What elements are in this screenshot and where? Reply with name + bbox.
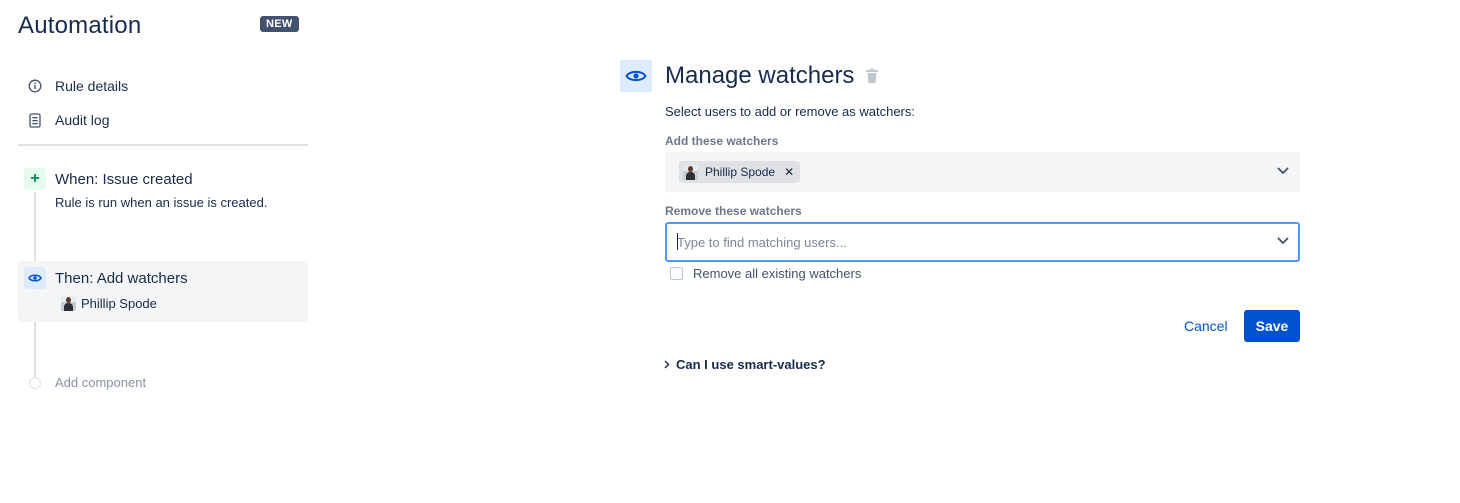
smart-values-toggle[interactable]: Can I use smart-values?: [664, 357, 826, 372]
nav-audit-log-label: Audit log: [55, 112, 110, 128]
remove-watchers-input[interactable]: [677, 232, 1257, 252]
nav-divider: [18, 144, 308, 146]
add-watchers-select[interactable]: Phillip Spode ✕: [665, 152, 1300, 192]
avatar: [683, 164, 698, 180]
eye-icon: [24, 267, 46, 289]
remove-all-label: Remove all existing watchers: [693, 266, 862, 281]
selected-user-tag: Phillip Spode ✕: [679, 161, 801, 183]
save-button[interactable]: Save: [1244, 310, 1300, 342]
chevron-right-icon: [664, 360, 672, 370]
cancel-button[interactable]: Cancel: [1176, 311, 1236, 341]
action-title[interactable]: Then: Add watchers: [55, 270, 188, 287]
remove-all-checkbox[interactable]: [670, 267, 683, 280]
helper-text: Select users to add or remove as watcher…: [665, 104, 916, 119]
add-component-link[interactable]: Add component: [55, 375, 146, 390]
page-title: Automation: [18, 12, 142, 39]
chevron-down-icon[interactable]: [1276, 234, 1290, 248]
nav-rule-details-label: Rule details: [55, 78, 129, 94]
trash-icon[interactable]: [865, 68, 879, 84]
add-component-dot: [29, 377, 41, 389]
selected-user-name: Phillip Spode: [705, 165, 776, 179]
smart-values-label: Can I use smart-values?: [676, 357, 826, 372]
eye-icon: [620, 60, 652, 92]
chevron-down-icon[interactable]: [1276, 164, 1290, 178]
trigger-title[interactable]: When: Issue created: [55, 171, 193, 188]
new-badge: NEW: [260, 16, 299, 32]
panel-title: Manage watchers: [665, 62, 855, 89]
nav-audit-log[interactable]: Audit log: [26, 111, 109, 129]
plus-icon: +: [24, 168, 46, 190]
nav-rule-details[interactable]: Rule details: [26, 77, 128, 95]
trigger-description: Rule is run when an issue is created.: [55, 195, 268, 210]
add-watchers-label: Add these watchers: [665, 134, 779, 148]
action-user-name: Phillip Spode: [81, 296, 157, 311]
remove-tag-icon[interactable]: ✕: [784, 166, 794, 178]
remove-watchers-select[interactable]: [665, 222, 1300, 262]
remove-all-watchers-option[interactable]: Remove all existing watchers: [670, 266, 861, 281]
avatar: [61, 296, 76, 311]
document-icon: [26, 111, 44, 129]
remove-watchers-label: Remove these watchers: [665, 204, 802, 218]
text-caret: [677, 233, 678, 250]
info-icon: [26, 77, 44, 95]
action-user: Phillip Spode: [61, 296, 157, 311]
